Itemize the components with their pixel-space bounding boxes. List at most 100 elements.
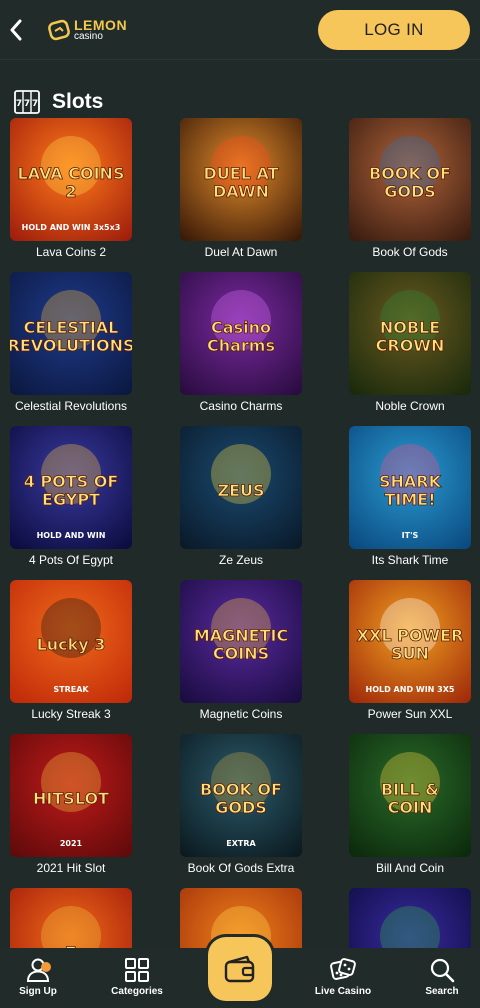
svg-text:MAGNETIC: MAGNETIC xyxy=(194,626,288,645)
game-tile[interactable]: MAGNETIC COINS Magnetic Coins xyxy=(180,580,302,721)
game-title: Duel At Dawn xyxy=(204,245,278,259)
svg-text:TIME!: TIME! xyxy=(384,490,435,509)
game-thumbnail[interactable]: XXL POWER SUN HOLD AND WIN 3X5 xyxy=(349,580,471,703)
game-tile[interactable]: BOOK OF GODS Book Of Gods xyxy=(349,118,471,259)
game-thumbnail[interactable]: BOOK OF GODS xyxy=(349,118,471,241)
game-thumbnail[interactable]: CELESTIAL REVOLUTIONS xyxy=(10,272,132,395)
svg-text:4 POTS OF: 4 POTS OF xyxy=(24,472,119,491)
game-title: Celestial Revolutions xyxy=(14,399,128,413)
svg-text:IT'S: IT'S xyxy=(402,531,419,540)
svg-text:DAWN: DAWN xyxy=(213,182,269,201)
wallet-button[interactable] xyxy=(208,937,272,1001)
svg-text:CROWN: CROWN xyxy=(376,336,445,355)
game-title: 2021 Hit Slot xyxy=(36,861,106,875)
nav-categories[interactable]: Categories xyxy=(97,956,177,1006)
game-thumbnail[interactable]: HITSLOT 2021 xyxy=(10,734,132,857)
nav-live-casino[interactable]: Live Casino xyxy=(303,956,383,1006)
game-tile[interactable]: BILL & COIN Bill And Coin xyxy=(349,734,471,875)
top-bar: LEMON casino LOG IN xyxy=(0,0,480,60)
game-thumbnail[interactable]: BILL & COIN xyxy=(349,734,471,857)
nav-label-signup: Sign Up xyxy=(19,986,57,997)
dice-icon xyxy=(330,958,356,980)
game-tile[interactable]: XXL POWER SUN HOLD AND WIN 3X5 Power Sun XX… xyxy=(349,580,471,721)
game-thumbnail[interactable]: NOBLE CROWN xyxy=(349,272,471,395)
section-title: Slots xyxy=(52,90,104,113)
game-title: Bill And Coin xyxy=(375,861,445,875)
svg-text:CELESTIAL: CELESTIAL xyxy=(24,318,119,337)
svg-text:BILL &: BILL & xyxy=(381,780,439,799)
game-tile[interactable]: LAVA COINS 2 HOLD AND WIN 3x5x3 Lava Coins … xyxy=(10,118,132,259)
svg-text:DUEL AT: DUEL AT xyxy=(203,164,278,183)
svg-text:SHARK: SHARK xyxy=(379,472,442,491)
back-icon[interactable] xyxy=(6,14,26,46)
svg-text:GODS: GODS xyxy=(384,182,436,201)
svg-text:Casino: Casino xyxy=(211,318,271,337)
lemon-casino-logo[interactable]: LEMON casino xyxy=(48,17,127,43)
game-tile[interactable]: 4 POTS OF EGYPT HOLD AND WIN 4 Pots Of Egyp… xyxy=(10,426,132,567)
game-tile[interactable]: Casino Charms Casino Charms xyxy=(180,272,302,413)
game-thumbnail[interactable]: Lucky 3 STREAK xyxy=(10,580,132,703)
game-title: Book Of Gods xyxy=(372,245,448,259)
categories-icon xyxy=(125,958,149,982)
logo-subtext: casino xyxy=(74,31,103,42)
svg-text:EGYPT: EGYPT xyxy=(42,490,100,509)
game-thumbnail[interactable]: BOOK OF GODS EXTRA xyxy=(180,734,302,857)
nav-signup[interactable]: Sign Up xyxy=(0,956,78,1006)
svg-text:7: 7 xyxy=(16,99,22,109)
svg-text:7: 7 xyxy=(24,99,30,109)
nav-label-search: Search xyxy=(425,986,459,997)
game-title: Its Shark Time xyxy=(371,553,449,567)
svg-text:HOLD AND WIN 3x5x3: HOLD AND WIN 3x5x3 xyxy=(22,223,121,232)
svg-text:2021: 2021 xyxy=(60,839,83,848)
game-thumbnail[interactable]: 4 POTS OF EGYPT HOLD AND WIN xyxy=(10,426,132,549)
svg-text:NOBLE: NOBLE xyxy=(380,318,440,337)
game-tile[interactable]: NOBLE CROWN Noble Crown xyxy=(349,272,471,413)
svg-text:HOLD AND WIN: HOLD AND WIN xyxy=(37,531,106,540)
game-title: Book Of Gods Extra xyxy=(187,861,295,875)
game-tile[interactable]: BOOK OF GODS EXTRA Book Of Gods Extra xyxy=(180,734,302,875)
svg-text:HOLD AND WIN 3X5: HOLD AND WIN 3X5 xyxy=(366,685,455,694)
nav-label-categories: Categories xyxy=(111,986,163,997)
svg-text:Charms: Charms xyxy=(207,336,275,355)
svg-text:LAVA COINS: LAVA COINS xyxy=(18,164,125,183)
notification-dot xyxy=(41,962,51,972)
game-tile[interactable]: ZEUS Ze Zeus xyxy=(180,426,302,567)
svg-text:EXTRA: EXTRA xyxy=(226,839,256,848)
game-title: Casino Charms xyxy=(199,399,283,413)
game-thumbnail[interactable]: Casino Charms xyxy=(180,272,302,395)
game-thumbnail[interactable]: LAVA COINS 2 HOLD AND WIN 3x5x3 xyxy=(10,118,132,241)
svg-text:Lucky 3: Lucky 3 xyxy=(37,635,106,654)
lemon-logo-icon xyxy=(48,19,70,41)
game-title: Lucky Streak 3 xyxy=(31,707,111,721)
game-title: 4 Pots Of Egypt xyxy=(28,553,114,567)
game-thumbnail[interactable]: MAGNETIC COINS xyxy=(180,580,302,703)
svg-text:SUN: SUN xyxy=(391,644,429,663)
svg-text:HITSLOT: HITSLOT xyxy=(33,789,109,808)
slot-machine-icon: 7 7 7 xyxy=(14,90,40,114)
svg-text:7: 7 xyxy=(32,99,38,109)
svg-text:BOOK OF: BOOK OF xyxy=(200,780,282,799)
login-button[interactable]: LOG IN xyxy=(318,10,470,50)
svg-text:STREAK: STREAK xyxy=(53,685,89,694)
game-tile[interactable]: DUEL AT DAWN Duel At Dawn xyxy=(180,118,302,259)
svg-text:GODS: GODS xyxy=(215,798,267,817)
game-title: Ze Zeus xyxy=(218,553,263,567)
game-thumbnail[interactable]: DUEL AT DAWN xyxy=(180,118,302,241)
game-thumbnail[interactable]: SHARK TIME! IT'S xyxy=(349,426,471,549)
nav-search[interactable]: Search xyxy=(402,956,480,1006)
nav-label-live-casino: Live Casino xyxy=(314,986,372,997)
game-tile[interactable]: SHARK TIME! IT'S Its Shark Time xyxy=(349,426,471,567)
game-title: Noble Crown xyxy=(375,399,445,413)
game-tile[interactable]: HITSLOT 2021 2021 Hit Slot xyxy=(10,734,132,875)
game-thumbnail[interactable]: ZEUS xyxy=(180,426,302,549)
svg-text:2: 2 xyxy=(65,182,76,201)
svg-text:COIN: COIN xyxy=(388,798,433,817)
svg-text:BOOK OF: BOOK OF xyxy=(369,164,451,183)
svg-text:COINS: COINS xyxy=(213,644,269,663)
logo-text: LEMON xyxy=(74,17,128,33)
svg-text:ZEUS: ZEUS xyxy=(217,481,264,500)
svg-text:XXL POWER: XXL POWER xyxy=(357,626,464,645)
game-tile[interactable]: CELESTIAL REVOLUTIONS Celestial Revolution… xyxy=(10,272,132,413)
game-tile[interactable]: Lucky 3 STREAK Lucky Streak 3 xyxy=(10,580,132,721)
search-icon xyxy=(430,958,455,983)
